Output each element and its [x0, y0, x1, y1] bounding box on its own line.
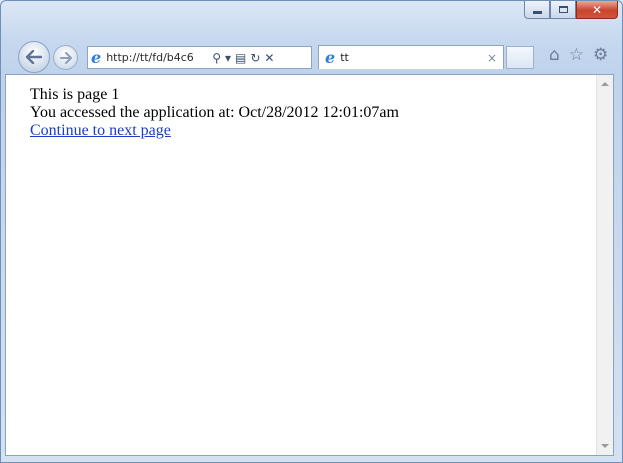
new-tab-button[interactable] [506, 46, 534, 69]
address-bar[interactable]: e http://tt/fd/b4c6 ⚲ ▾ ▤ ↻ ✕ [87, 46, 312, 69]
tab-title[interactable]: tt [340, 51, 487, 64]
ie-tab-icon: e [325, 47, 336, 67]
vertical-scrollbar[interactable] [596, 75, 613, 455]
page-line-2: You accessed the application at: Oct/28/… [30, 104, 399, 121]
back-button[interactable] [18, 41, 50, 73]
home-icon[interactable]: ⌂ [549, 47, 560, 64]
address-bar-icons: ⚲ ▾ ▤ ↻ ✕ [212, 52, 274, 64]
scroll-down-arrow-icon[interactable] [601, 444, 609, 448]
scroll-up-arrow-icon[interactable] [601, 82, 609, 86]
tools-gear-icon[interactable]: ⚙ [593, 47, 608, 64]
continue-link[interactable]: Continue to next page [30, 122, 171, 139]
page-viewport: This is page 1 You accessed the applicat… [5, 74, 614, 456]
forward-arrow-icon [59, 51, 72, 64]
address-url[interactable]: http://tt/fd/b4c6 [106, 51, 206, 64]
page-content: This is page 1 You accessed the applicat… [30, 86, 399, 140]
tab-active[interactable]: e tt × [318, 45, 504, 69]
maximize-icon [558, 6, 568, 13]
maximize-button[interactable] [550, 1, 576, 19]
favorites-star-icon[interactable]: ☆ [569, 47, 584, 64]
refresh-icon[interactable]: ↻ [250, 52, 260, 64]
close-button[interactable]: ✕ [576, 1, 618, 19]
back-arrow-icon [25, 50, 43, 64]
minimize-icon [532, 10, 542, 14]
forward-button[interactable] [53, 45, 78, 70]
ie-page-icon: e [91, 47, 102, 67]
caption-buttons: ✕ [524, 1, 618, 19]
tab-close-icon[interactable]: × [487, 51, 497, 65]
command-icons: ⌂ ☆ ⚙ [549, 47, 608, 64]
search-icon[interactable]: ⚲ [212, 52, 221, 64]
browser-window: ✕ e http://tt/fd/b4c6 ⚲ ▾ ▤ ↻ ✕ e tt × ⌂… [0, 0, 623, 463]
stop-icon[interactable]: ✕ [264, 52, 274, 64]
compatibility-view-icon[interactable]: ▤ [235, 52, 246, 64]
page-line-1: This is page 1 [30, 86, 120, 103]
dropdown-arrow-icon[interactable]: ▾ [225, 52, 231, 64]
minimize-button[interactable] [524, 1, 550, 19]
close-icon: ✕ [591, 2, 603, 17]
